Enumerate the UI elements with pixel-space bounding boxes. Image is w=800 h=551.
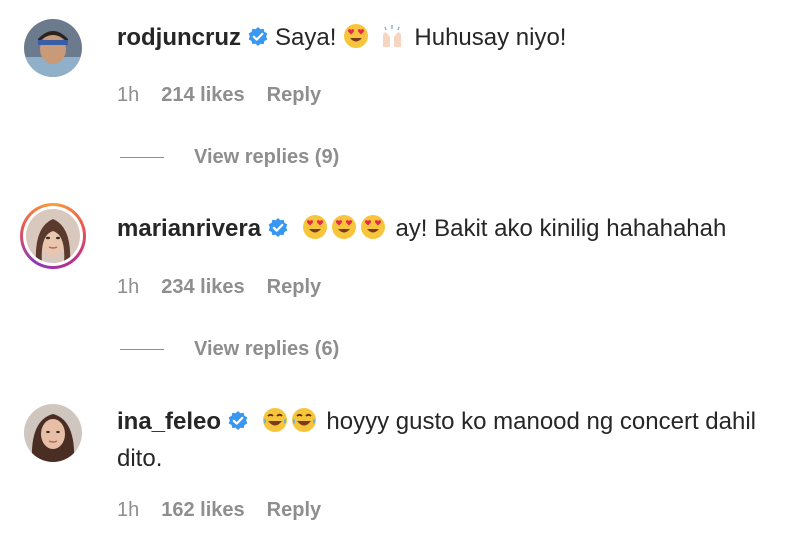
heart-eyes-emoji	[331, 214, 357, 248]
avatar-photo	[24, 19, 82, 77]
timestamp: 1h	[117, 499, 140, 521]
username[interactable]: rodjuncruz	[117, 24, 241, 51]
avatar[interactable]	[20, 203, 86, 269]
reply-button[interactable]: Reply	[267, 84, 321, 106]
comment-text-line: ina_feleo hoyyy gusto ko manood ng conce…	[117, 405, 782, 475]
likes-count[interactable]: 234 likes	[161, 276, 244, 298]
view-replies-button[interactable]: View replies (6)	[120, 338, 339, 361]
likes-count[interactable]: 214 likes	[161, 84, 244, 106]
comment-meta: 1h 234 likes Reply	[117, 276, 343, 299]
heart-eyes-emoji	[343, 23, 369, 57]
reply-button[interactable]: Reply	[267, 276, 321, 298]
tears-of-joy-emoji	[262, 407, 288, 442]
timestamp: 1h	[117, 84, 140, 106]
heart-eyes-emoji	[302, 214, 328, 248]
heart-eyes-emoji	[360, 214, 386, 248]
view-replies-label: View replies (6)	[194, 338, 340, 360]
username[interactable]: ina_feleo	[117, 408, 221, 435]
comment-text: Huhusay niyo!	[414, 24, 567, 51]
comment-meta: 1h 214 likes Reply	[117, 84, 343, 107]
divider-line	[120, 157, 164, 158]
avatar[interactable]	[24, 19, 82, 77]
view-replies-button[interactable]: View replies (9)	[120, 146, 339, 169]
view-replies-label: View replies (9)	[194, 146, 340, 168]
comment-ina-feleo: ina_feleo hoyyy gusto ko manood ng conce…	[0, 390, 800, 551]
avatar[interactable]	[24, 404, 82, 462]
timestamp: 1h	[117, 276, 140, 298]
raised-hands-emoji	[379, 23, 405, 57]
comment-rodjuncruz: rodjuncruz Saya! Huhusay niyo! 1h 214 like…	[0, 0, 800, 180]
likes-count[interactable]: 162 likes	[161, 499, 244, 521]
comment-text: ay! Bakit ako kinilig hahahahah	[395, 215, 727, 242]
comment-meta: 1h 162 likes Reply	[117, 499, 343, 522]
avatar-photo	[24, 404, 82, 462]
tears-of-joy-emoji	[291, 407, 317, 442]
divider-line	[120, 349, 164, 350]
reply-button[interactable]: Reply	[267, 499, 321, 521]
avatar-photo	[26, 209, 80, 263]
comment-text: Saya!	[275, 24, 337, 51]
verified-badge-icon	[227, 408, 249, 441]
story-ring	[23, 206, 83, 266]
username[interactable]: marianrivera	[117, 215, 261, 242]
verified-badge-icon	[267, 216, 289, 247]
comment-text-line: rodjuncruz Saya! Huhusay niyo!	[117, 22, 782, 57]
comment-text-line: marianrivera ay! Bakit ako kinilig hahah…	[117, 213, 782, 248]
comment-marianrivera: marianrivera ay! Bakit ako kinilig hahah…	[0, 190, 800, 370]
verified-badge-icon	[247, 25, 269, 56]
